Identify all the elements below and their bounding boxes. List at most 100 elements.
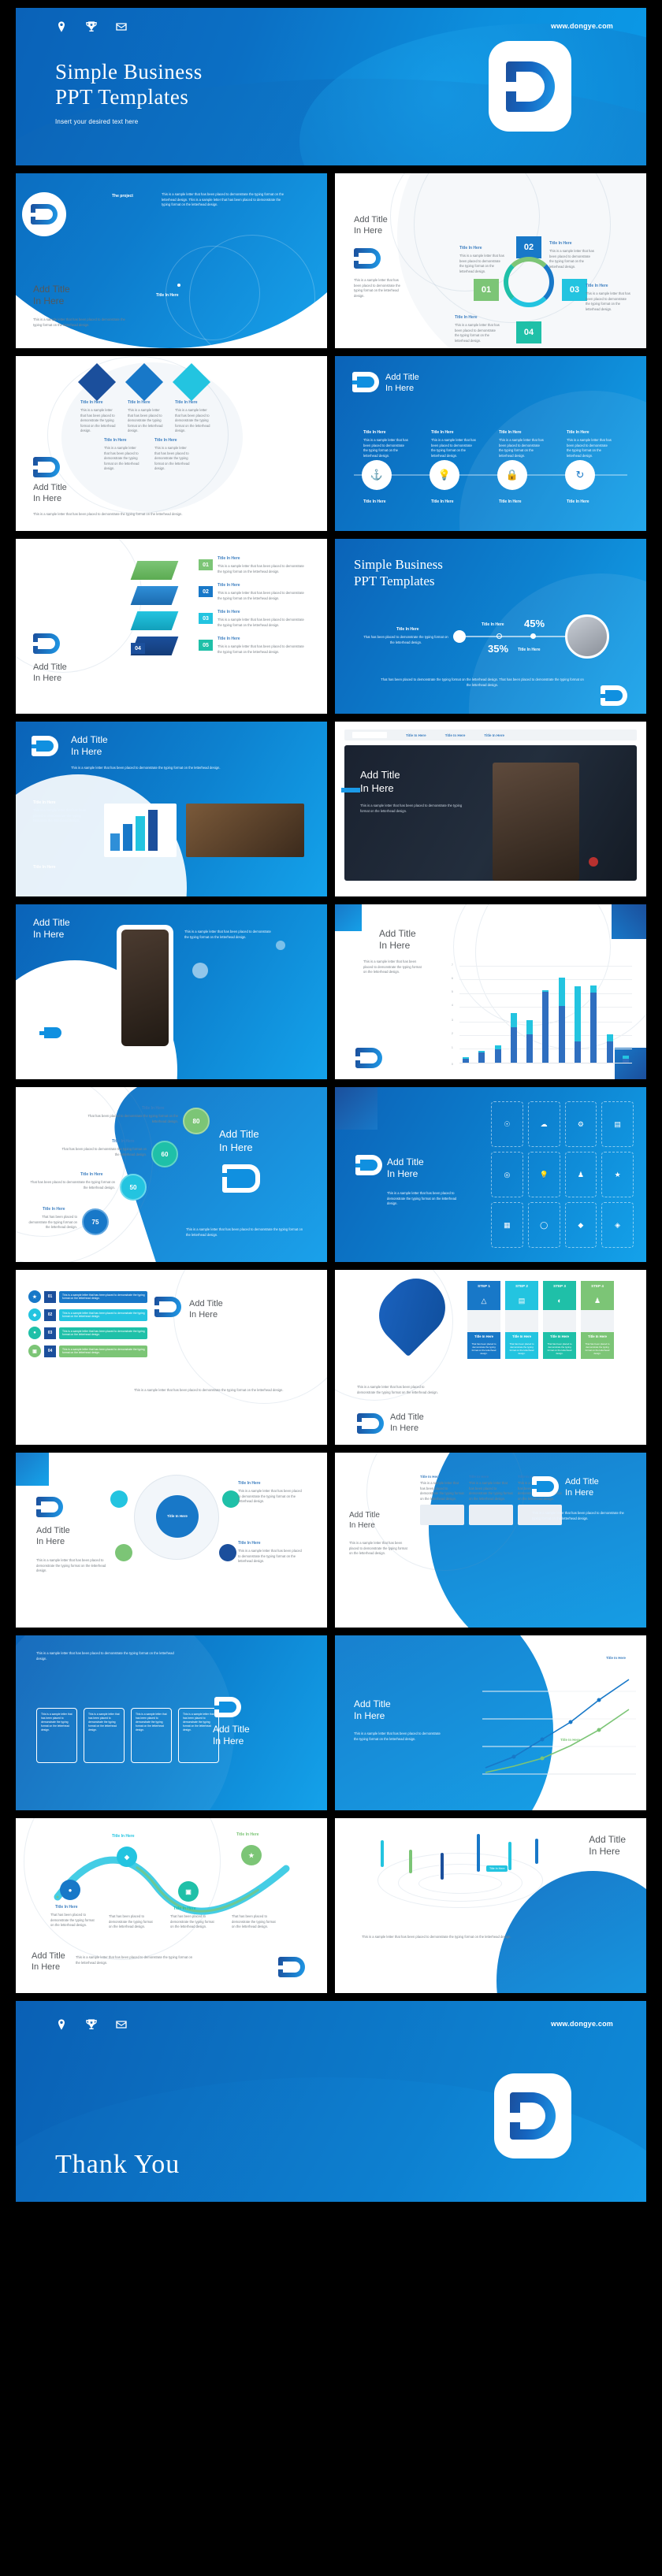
cover-slide[interactable]: www.dongye.com Simple Business PPT Templ…: [16, 8, 646, 165]
slide4-foot-2: Title In Here: [431, 499, 454, 504]
slide13-text-03: This is a sample letter that has been pl…: [62, 1330, 145, 1336]
slide19-label-1: Title In Here: [55, 1905, 78, 1910]
slide-thumb-4[interactable]: Add Title In Here ⚓ 💡 🔒 ↻ Title In Here T…: [335, 356, 646, 531]
slide-thumb-15[interactable]: Title In Here Title In Here This is a sa…: [16, 1453, 327, 1628]
envelope-icon[interactable]: [115, 20, 128, 33]
slide3-label-3: Title In Here: [175, 400, 198, 405]
slide17-card-3: This is a sample letter that has been pl…: [136, 1713, 167, 1732]
location-pin-icon[interactable]: [55, 20, 68, 33]
slide6-title-2: PPT Templates: [354, 573, 435, 589]
slide13-footer-body: This is a sample letter that has been pl…: [134, 1388, 284, 1392]
slide6-photo: [565, 614, 609, 659]
people-icon: ♟: [564, 1152, 597, 1197]
step-card-2[interactable]: STEP 2 ▤ Title In Here That has been pla…: [505, 1281, 538, 1359]
slide5-label-1: Title In Here: [218, 556, 240, 561]
slide8-body: This is a sample letter that has been pl…: [360, 804, 463, 813]
slide8-tab-1[interactable]: Title In Here: [406, 733, 426, 737]
slide4-label-3: Title In Here: [499, 430, 522, 435]
slide-thumb-17[interactable]: This is a sample letter that has been pl…: [16, 1635, 327, 1810]
num-icon-01: ★: [28, 1290, 41, 1303]
slide7-label-2: Title In Here: [33, 865, 56, 870]
slide-logo: [154, 1297, 181, 1317]
slide17-body: This is a sample letter that has been pl…: [36, 1651, 174, 1661]
slide1-eyebrow: The project: [112, 194, 133, 199]
cover-website-url[interactable]: www.dongye.com: [551, 22, 613, 30]
slide16-heading: Add Title In Here: [565, 1477, 599, 1498]
slide8-tab-2[interactable]: Title In Here: [445, 733, 466, 737]
slide5-num-05: 05: [199, 640, 213, 651]
slide19-footer-body: This is a sample letter that has been pl…: [76, 1955, 193, 1965]
slide4-body-2: This is a sample letter that has been pl…: [431, 438, 476, 458]
step-card-3[interactable]: STEP 3 ◐ Title In Here That has been pla…: [543, 1281, 576, 1359]
slide13-num-04: 04: [44, 1345, 56, 1357]
slide3-label-4: Title In Here: [104, 438, 127, 443]
location-pin-icon[interactable]: [55, 2018, 68, 2031]
slide-logo: [32, 736, 58, 756]
slide-logo: [31, 204, 58, 225]
slide-thumb-5[interactable]: 01 02 03 04 05 Title In Here This is a s…: [16, 539, 327, 714]
envelope-icon[interactable]: [115, 2018, 128, 2031]
slide-thumb-2[interactable]: Add Title In Here This is a sample letter…: [335, 173, 646, 348]
slide7-body: This is a sample letter that has been pl…: [71, 766, 221, 770]
slide-thumb-10[interactable]: Add Title In Here This is a sample letter…: [335, 904, 646, 1079]
slide14-body: This is a sample letter that has been pl…: [357, 1385, 438, 1394]
slide19-heading: Add Title In Here: [32, 1951, 65, 1973]
slide-thumb-20[interactable]: Title In Here Add Title In Here This is a…: [335, 1818, 646, 1993]
slide15-bubble-3: [115, 1544, 132, 1561]
slide13-text-01: This is a sample letter that has been pl…: [62, 1294, 145, 1300]
slide-thumb-3[interactable]: Title In Here Title In Here Title In Her…: [16, 356, 327, 531]
brand-logo-card: [489, 41, 571, 132]
slide-thumb-7[interactable]: Add Title In Here This is a sample letter…: [16, 722, 327, 896]
slide11-value-75: 75: [82, 1208, 109, 1235]
slide11-body-right: This is a sample letter that has been pl…: [186, 1227, 303, 1237]
slide-thumb-14[interactable]: STEP 1 △ Title In Here That has been pla…: [335, 1270, 646, 1445]
slide-thumb-8[interactable]: Title In Here Title In Here Title In Her…: [335, 722, 646, 896]
slide-logo: [355, 1155, 382, 1175]
slide7-body-1: This is a sample letter that has been pl…: [33, 808, 87, 822]
slide16-body-right: This is a sample letter that has been pl…: [532, 1511, 624, 1520]
slide-thumb-12[interactable]: Add Title In Here This is a sample letter…: [335, 1087, 646, 1262]
slide-thumb-6[interactable]: Simple Business PPT Templates Title In H…: [335, 539, 646, 714]
slide17-card-4: This is a sample letter that has been pl…: [183, 1713, 214, 1732]
slide-thumb-1[interactable]: The project This is a sample letter that…: [16, 173, 327, 348]
wave-icon-3: ▣: [178, 1881, 199, 1902]
trophy-icon[interactable]: [85, 20, 98, 33]
wave-icon-1: ●: [60, 1880, 80, 1900]
slide20-heading: Add Title In Here: [589, 1834, 626, 1858]
slide-thumb-9[interactable]: Add Title In Here This is a sample letter…: [16, 904, 327, 1079]
slide14-body-3: That has been placed to demonstrate the …: [543, 1341, 576, 1359]
slide13-text-04: This is a sample letter that has been pl…: [62, 1348, 145, 1354]
slide-thumb-16[interactable]: Add Title In Here This is a sample letter…: [335, 1453, 646, 1628]
slide7-photo: [186, 804, 304, 857]
slide-thumb-11[interactable]: Add Title In Here This is a sample letter…: [16, 1087, 327, 1262]
slide18-body: This is a sample letter that has been pl…: [354, 1732, 441, 1741]
step-card-4[interactable]: STEP 4 ♟ Title In Here That has been pla…: [581, 1281, 614, 1359]
closing-slide[interactable]: www.dongye.com Thank You: [16, 2001, 646, 2202]
slide13-heading: Add Title In Here: [189, 1299, 223, 1320]
slide4-label-2: Title In Here: [431, 430, 454, 435]
slide-logo: [357, 1413, 384, 1434]
slide2-number-01: 01: [474, 279, 499, 301]
slide15-bubble-1: [110, 1490, 128, 1508]
closing-title: Thank You: [55, 2150, 180, 2179]
document-icon: ▦: [491, 1202, 523, 1248]
trophy-icon[interactable]: [85, 2018, 98, 2031]
slide-thumb-13[interactable]: ★ 01 This is a sample letter that has be…: [16, 1270, 327, 1445]
slide-thumb-19[interactable]: ● ◆ ▣ ★ Title In Here Title In Here Titl…: [16, 1818, 327, 1993]
slide2-body-d: This is a sample letter that has been pl…: [455, 323, 500, 343]
slide-logo: [222, 1164, 260, 1193]
slide3-label-1: Title In Here: [80, 400, 103, 405]
target-icon: ◎: [491, 1152, 523, 1197]
slide3-footer-body: This is a sample letter that has been pl…: [33, 512, 183, 516]
slide8-tab-3[interactable]: Title In Here: [484, 733, 504, 737]
cover-icon-row: [55, 20, 128, 33]
slide5-num-02: 02: [199, 586, 213, 597]
step-card-1[interactable]: STEP 1 △ Title In Here That has been pla…: [467, 1281, 500, 1359]
slide4-foot-3: Title In Here: [499, 499, 522, 504]
slide20-tooltip: Title In Here: [486, 1865, 508, 1872]
closing-icon-row: [55, 2018, 128, 2031]
slide5-num-01: 01: [199, 559, 213, 570]
closing-website-url[interactable]: www.dongye.com: [551, 2020, 613, 2028]
slide-thumb-18[interactable]: Add Title In Here This is a sample letter…: [335, 1635, 646, 1810]
slide19-label-4: Title In Here: [236, 1832, 259, 1837]
